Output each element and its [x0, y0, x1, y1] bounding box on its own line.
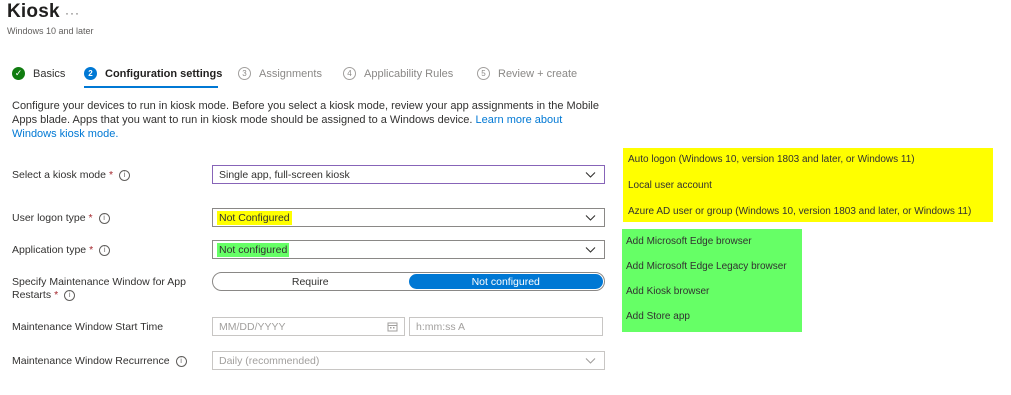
- step-label: Assignments: [259, 67, 322, 80]
- list-item[interactable]: Add Store app: [626, 311, 690, 322]
- application-type-label: Application type * i: [12, 244, 111, 257]
- application-type-dropdown[interactable]: Not configured: [212, 240, 605, 259]
- kiosk-mode-label: Select a kiosk mode * i: [12, 169, 131, 182]
- start-time-field[interactable]: h:mm:ss A: [409, 317, 603, 336]
- info-icon[interactable]: i: [175, 356, 187, 367]
- step-configuration-settings[interactable]: 2 Configuration settings: [84, 67, 222, 80]
- kiosk-mode-dropdown[interactable]: Single app, full-screen kiosk: [212, 165, 605, 184]
- step-number-icon: 4: [343, 67, 356, 80]
- chevron-down-icon: [585, 358, 596, 364]
- chevron-down-icon: [585, 215, 596, 221]
- step-assignments[interactable]: 3 Assignments: [238, 67, 322, 80]
- info-icon[interactable]: i: [98, 213, 110, 224]
- recurrence-dropdown[interactable]: Daily (recommended): [212, 351, 605, 370]
- step-number-icon: 5: [477, 67, 490, 80]
- logon-options-list: Auto logon (Windows 10, version 1803 and…: [623, 148, 993, 222]
- checkmark-icon: ✓: [12, 67, 25, 80]
- not-configured-option[interactable]: Not configured: [408, 274, 603, 289]
- step-label: Basics: [33, 67, 66, 80]
- page-title: Kiosk: [7, 1, 60, 22]
- kiosk-description: Configure your devices to run in kiosk m…: [12, 99, 602, 141]
- list-item[interactable]: Auto logon (Windows 10, version 1803 and…: [628, 154, 915, 165]
- step-label: Review + create: [498, 67, 578, 80]
- step-label: Configuration settings: [105, 67, 223, 80]
- info-icon[interactable]: i: [99, 245, 111, 256]
- step-number-icon: 3: [238, 67, 251, 80]
- step-review-create[interactable]: 5 Review + create: [477, 67, 577, 80]
- info-icon[interactable]: i: [119, 170, 131, 181]
- user-logon-type-label: User logon type * i: [12, 212, 110, 225]
- step-applicability-rules[interactable]: 4 Applicability Rules: [343, 67, 453, 80]
- active-step-indicator: [84, 86, 218, 88]
- recurrence-label: Maintenance Window Recurrence i: [12, 355, 187, 368]
- step-number-icon: 2: [84, 67, 97, 80]
- maintenance-window-toggle[interactable]: Require Not configured: [212, 272, 605, 291]
- list-item[interactable]: Add Kiosk browser: [626, 286, 709, 297]
- step-label: Applicability Rules: [364, 67, 454, 80]
- chevron-down-icon: [585, 172, 596, 178]
- step-basics[interactable]: ✓ Basics: [12, 67, 65, 80]
- start-time-label: Maintenance Window Start Time: [12, 321, 164, 333]
- application-options-list: Add Microsoft Edge browser Add Microsoft…: [622, 229, 802, 332]
- list-item[interactable]: Add Microsoft Edge Legacy browser: [626, 261, 787, 272]
- info-icon[interactable]: i: [64, 290, 76, 301]
- start-date-field[interactable]: MM/DD/YYYY: [212, 317, 405, 336]
- require-option[interactable]: Require: [213, 273, 408, 290]
- list-item[interactable]: Local user account: [628, 180, 712, 191]
- list-item[interactable]: Add Microsoft Edge browser: [626, 236, 752, 247]
- calendar-icon[interactable]: [387, 321, 398, 332]
- list-item[interactable]: Azure AD user or group (Windows 10, vers…: [628, 206, 971, 217]
- page-subtitle: Windows 10 and later: [7, 26, 94, 36]
- maintenance-window-label: Specify Maintenance Window for App Resta…: [12, 276, 186, 301]
- chevron-down-icon: [585, 247, 596, 253]
- user-logon-type-dropdown[interactable]: Not Configured: [212, 208, 605, 227]
- more-options-button[interactable]: ···: [65, 6, 80, 20]
